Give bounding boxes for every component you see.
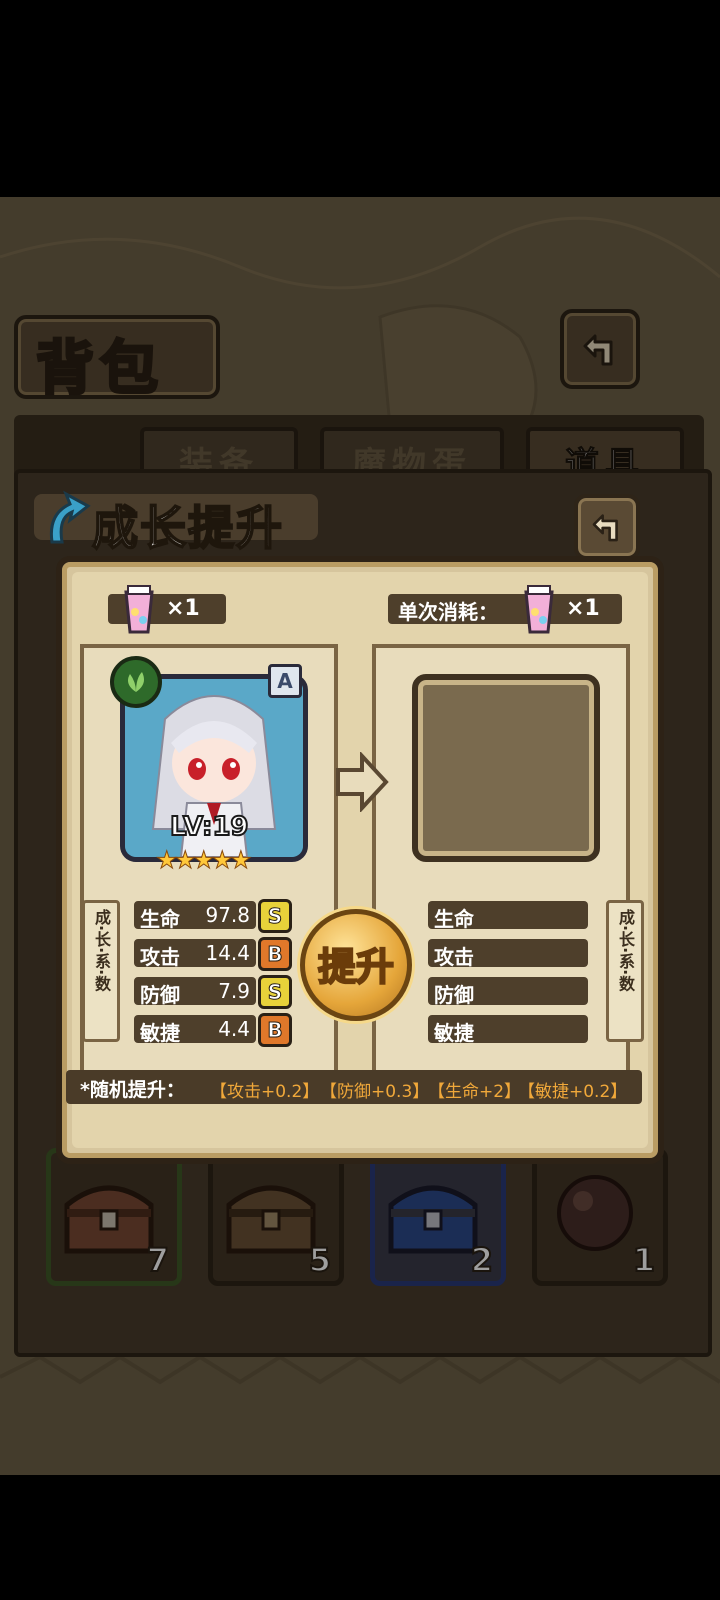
stat-name: 敏捷 [434,1021,474,1045]
leaf-icon [128,672,144,692]
dialog-close-button[interactable] [574,494,640,560]
stat-value: 14.4 [205,941,250,965]
stat-name: 防御 [140,983,180,1007]
star-icon: ★ [211,846,233,875]
stat-name: 生命 [434,907,474,931]
stat-name: 敏捷 [140,1021,180,1045]
random-bonus-bar: *随机提升： 【攻击+0.2】 【防御+0.3】 【生命+2】 【敏捷+0.2】 [66,1070,642,1104]
growth-arrow-icon [49,490,91,544]
grade-badge: B [258,937,292,971]
return-arrow-icon [592,514,618,542]
star-icon: ★ [156,846,178,875]
bonus-item: 【生命+2】 [428,1082,522,1102]
bonus-label: *随机提升： [80,1079,185,1101]
cost-count: ×1 [566,596,600,621]
stat-name: 防御 [434,983,474,1007]
stat-box: 攻击 14.4 [134,939,256,969]
rank-label: A [277,669,293,693]
stat-name: 攻击 [434,945,474,969]
grade-badge: S [258,975,292,1009]
bonus-item: 【攻击+0.2】 [210,1082,320,1102]
star-icon: ★ [174,846,196,875]
potion-icon [524,585,554,634]
growth-tag-label: 成·长·系·数 [616,909,635,992]
star-rating: ★★★★★ [156,846,266,875]
result-card-slot [412,674,600,862]
result-stat-hp: 生命 [428,901,588,931]
stat-value: 97.8 [205,903,250,927]
cost-label: 单次消耗： [398,600,498,624]
growth-coefficient-tag-right: 成·长·系·数 [606,900,644,1042]
result-stat-attack: 攻击 [428,939,588,969]
dialog-title: 成长提升 [91,500,284,556]
stat-name: 攻击 [140,945,180,969]
owned-count: ×1 [166,596,200,621]
growth-tag-label: 成·长·系·数 [92,909,111,992]
grade-badge: S [258,899,292,933]
result-stat-agility: 敏捷 [428,1015,588,1045]
stat-box: 敏捷 4.4 [134,1015,256,1045]
star-icon: ★ [230,846,252,875]
element-badge [110,656,162,708]
upgrade-button-label: 提升 [317,944,395,990]
stat-name: 生命 [140,907,180,931]
rank-badge: A [268,664,302,698]
grade-badge: B [258,1013,292,1047]
level-label: LV:19 [169,811,250,843]
growth-coefficient-tag-left: 成·长·系·数 [82,900,120,1042]
stat-box: 生命 97.8 [134,901,256,931]
bonus-item: 【敏捷+0.2】 [518,1082,628,1102]
star-icon: ★ [193,846,215,875]
potion-icon [124,585,154,634]
stat-box: 防御 7.9 [134,977,256,1007]
upgrade-button[interactable]: 提升 [300,909,412,1021]
arrow-right-icon [336,752,389,812]
stat-value: 7.9 [218,979,250,1003]
bonus-item: 【防御+0.3】 [320,1082,430,1102]
stat-value: 4.4 [218,1017,250,1041]
result-stat-defense: 防御 [428,977,588,1007]
